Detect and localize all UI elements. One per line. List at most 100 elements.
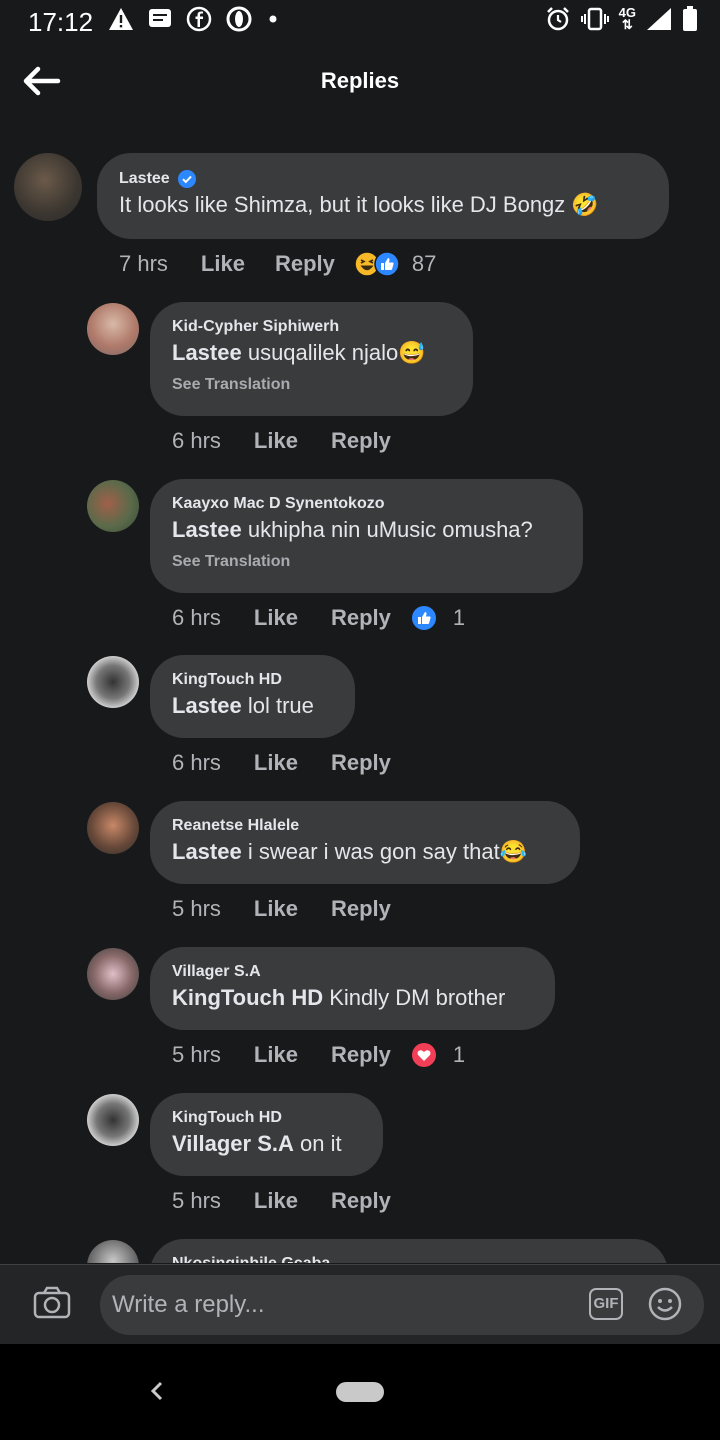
comment-bubble[interactable]: Reanetse Hlalele Lastee i swear i was go… bbox=[150, 801, 580, 884]
reply-button[interactable]: Reply bbox=[331, 428, 391, 454]
see-translation-link[interactable]: See Translation bbox=[172, 553, 561, 571]
system-nav-bar bbox=[0, 1344, 720, 1440]
reply-button[interactable]: Reply bbox=[331, 1188, 391, 1214]
comment-author[interactable]: Villager S.A bbox=[172, 963, 261, 981]
reply-button[interactable]: Reply bbox=[275, 251, 335, 277]
comment-text: lol true bbox=[241, 693, 314, 718]
status-time: 17:12 bbox=[28, 7, 94, 37]
mention-link[interactable]: Lastee bbox=[172, 693, 242, 718]
avatar[interactable] bbox=[87, 303, 139, 355]
verified-badge-icon bbox=[177, 170, 196, 188]
reactions[interactable]: 87 bbox=[354, 251, 436, 277]
comment-author[interactable]: Nkosinginhile Gcaba bbox=[172, 1255, 330, 1263]
camera-icon[interactable] bbox=[32, 1284, 72, 1324]
reaction-count: 87 bbox=[411, 251, 437, 276]
avatar[interactable] bbox=[14, 153, 82, 221]
comment-text: It looks like Shimza, but it looks like … bbox=[119, 192, 599, 217]
mention-link[interactable]: Lastee bbox=[172, 517, 242, 542]
comment-actions: 5 hrs Like Reply bbox=[172, 1188, 391, 1214]
home-pill-icon[interactable] bbox=[336, 1382, 384, 1402]
facebook-icon bbox=[186, 6, 212, 32]
comment-time: 5 hrs bbox=[172, 1042, 221, 1067]
like-button[interactable]: Like bbox=[254, 896, 298, 922]
reaction-count: 1 bbox=[452, 1042, 466, 1067]
comment-item: Reanetse Hlalele Lastee i swear i was go… bbox=[0, 801, 720, 941]
mention-link[interactable]: Lastee bbox=[172, 340, 242, 365]
comment-bubble[interactable]: KingTouch HD Villager S.A on it bbox=[150, 1093, 383, 1176]
comment-time: 6 hrs bbox=[172, 750, 221, 775]
comment-time: 5 hrs bbox=[172, 1188, 221, 1213]
comment-item: KingTouch HD Villager S.A on it 5 hrs Li… bbox=[0, 1093, 720, 1233]
comment-bubble[interactable]: Villager S.A KingTouch HD Kindly DM brot… bbox=[150, 947, 555, 1030]
mention-link[interactable]: KingTouch HD bbox=[172, 985, 323, 1010]
like-button[interactable]: Like bbox=[254, 1188, 298, 1214]
status-left-icons bbox=[108, 6, 280, 32]
avatar[interactable] bbox=[87, 1094, 139, 1146]
like-button[interactable]: Like bbox=[254, 1042, 298, 1068]
comment-author[interactable]: Kaayxo Mac D Synentokozo bbox=[172, 495, 385, 513]
comment-time: 6 hrs bbox=[172, 428, 221, 453]
reply-button[interactable]: Reply bbox=[331, 1042, 391, 1068]
like-button[interactable]: Like bbox=[201, 251, 245, 277]
avatar[interactable] bbox=[87, 948, 139, 1000]
vibrate-icon bbox=[580, 7, 609, 31]
comment-list: Lastee It looks like Shimza, but it look… bbox=[0, 120, 720, 1263]
battery-icon bbox=[683, 6, 697, 31]
reaction-count: 1 bbox=[452, 605, 466, 630]
warning-icon bbox=[109, 8, 133, 30]
avatar[interactable] bbox=[87, 1240, 139, 1263]
comment-item: Nkosinginhile Gcaba bbox=[0, 1239, 720, 1263]
message-icon bbox=[149, 9, 171, 27]
mention-link[interactable]: Lastee bbox=[172, 839, 242, 864]
reactions[interactable]: 1 bbox=[411, 605, 465, 631]
comment-text: usuqalilek njalo😅 bbox=[241, 340, 426, 365]
comment-bubble[interactable]: Kaayxo Mac D Synentokozo Lastee ukhipha … bbox=[150, 479, 583, 593]
like-reaction-icon bbox=[374, 251, 400, 277]
reactions[interactable]: 1 bbox=[411, 1042, 465, 1068]
reply-bar: GIF bbox=[0, 1264, 720, 1345]
comment-author[interactable]: KingTouch HD bbox=[172, 1109, 282, 1127]
see-translation-link[interactable]: See Translation bbox=[172, 376, 451, 394]
comment-item: KingTouch HD Lastee lol true 6 hrs Like … bbox=[0, 655, 720, 795]
comment-bubble[interactable]: Lastee It looks like Shimza, but it look… bbox=[97, 153, 669, 239]
gif-button[interactable]: GIF bbox=[589, 1288, 623, 1320]
avatar[interactable] bbox=[87, 656, 139, 708]
comment-actions: 5 hrs Like Reply 1 bbox=[172, 1042, 465, 1068]
comment-item: Kaayxo Mac D Synentokozo Lastee ukhipha … bbox=[0, 479, 720, 649]
mention-link[interactable]: Villager S.A bbox=[172, 1131, 294, 1156]
like-button[interactable]: Like bbox=[254, 605, 298, 631]
comment-text: ukhipha nin uMusic omusha? bbox=[241, 517, 533, 542]
comment-actions: 7 hrs Like Reply 87 bbox=[119, 251, 436, 277]
like-button[interactable]: Like bbox=[254, 750, 298, 776]
nav-back-icon[interactable] bbox=[146, 1376, 166, 1406]
signal-icon bbox=[647, 8, 671, 30]
comment-author[interactable]: Reanetse Hlalele bbox=[172, 817, 299, 835]
avatar[interactable] bbox=[87, 480, 139, 532]
avatar[interactable] bbox=[87, 802, 139, 854]
comment-actions: 6 hrs Like Reply bbox=[172, 428, 391, 454]
opera-icon bbox=[226, 6, 252, 32]
comment-author[interactable]: Lastee bbox=[119, 170, 170, 188]
comment-bubble[interactable]: Nkosinginhile Gcaba bbox=[150, 1239, 668, 1263]
comment-item: Villager S.A KingTouch HD Kindly DM brot… bbox=[0, 947, 720, 1087]
reply-button[interactable]: Reply bbox=[331, 605, 391, 631]
comment-text: i swear i was gon say that😂 bbox=[241, 839, 528, 864]
comment-time: 6 hrs bbox=[172, 605, 221, 630]
status-right-icons: 4G ⇅ bbox=[545, 6, 698, 32]
comment-bubble[interactable]: KingTouch HD Lastee lol true bbox=[150, 655, 355, 738]
comment-item: Lastee It looks like Shimza, but it look… bbox=[0, 120, 720, 290]
alarm-icon bbox=[546, 7, 569, 31]
comment-bubble[interactable]: Kid-Cypher Siphiwerh Lastee usuqalilek n… bbox=[150, 302, 473, 416]
reply-button[interactable]: Reply bbox=[331, 750, 391, 776]
page-title: Replies bbox=[320, 68, 400, 93]
comment-author[interactable]: Kid-Cypher Siphiwerh bbox=[172, 318, 339, 336]
emoji-icon[interactable] bbox=[648, 1287, 682, 1321]
like-reaction-icon bbox=[411, 606, 436, 630]
comment-author[interactable]: KingTouch HD bbox=[172, 671, 282, 689]
like-button[interactable]: Like bbox=[254, 428, 298, 454]
reply-button[interactable]: Reply bbox=[331, 896, 391, 922]
dot-icon bbox=[269, 15, 277, 23]
comment-item: Kid-Cypher Siphiwerh Lastee usuqalilek n… bbox=[0, 302, 720, 472]
comment-actions: 5 hrs Like Reply bbox=[172, 896, 391, 922]
network-4g-icon: 4G ⇅ bbox=[618, 5, 636, 32]
